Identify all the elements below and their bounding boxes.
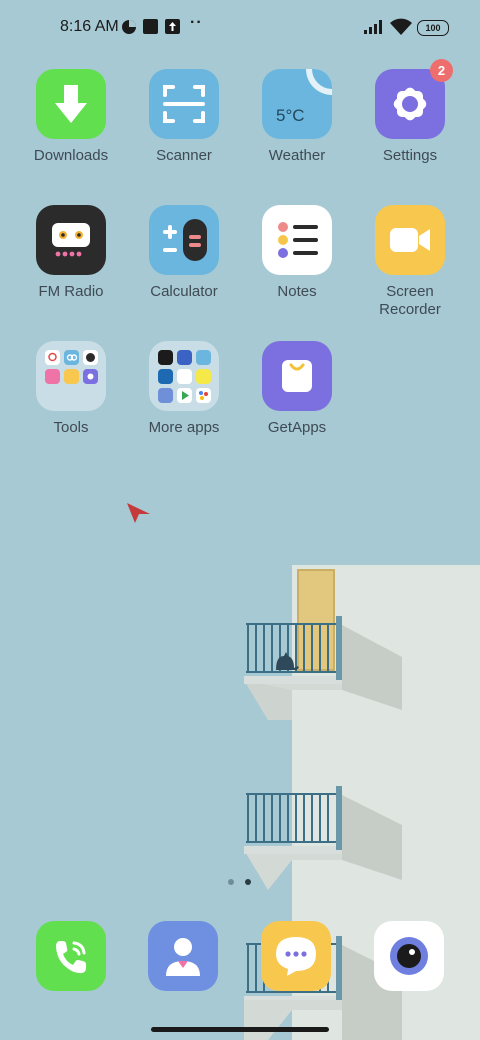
app-label: Downloads — [33, 147, 109, 164]
mini-app-icon — [83, 350, 98, 365]
folder-tools[interactable]: Tools — [15, 341, 127, 437]
app-label: Scanner — [156, 147, 212, 164]
mini-app-icon — [196, 369, 211, 384]
weather-temperature: 5°C — [276, 106, 305, 125]
mini-app-icon — [45, 369, 60, 384]
cursor-icon — [127, 503, 150, 523]
shopping-bag-icon — [262, 341, 332, 411]
download-icon — [36, 69, 106, 139]
signal-icon — [364, 20, 382, 34]
more-notifications-indicator: ·· — [190, 14, 203, 31]
mini-app-icon — [177, 369, 192, 384]
app-scanner[interactable]: Scanner — [128, 69, 240, 165]
weather-icon: 5°C — [262, 69, 332, 139]
app-label: GetApps — [267, 419, 327, 436]
app-label: Settings — [382, 147, 438, 164]
scanner-icon — [149, 69, 219, 139]
dock-contacts-icon[interactable] — [148, 921, 218, 991]
notes-icon — [262, 205, 332, 275]
app-label: Notes — [277, 283, 317, 300]
mini-app-icon — [64, 350, 79, 365]
app-label: FM Radio — [38, 283, 104, 300]
app-settings[interactable]: 2 Settings — [354, 59, 466, 165]
folder-icon — [36, 341, 106, 411]
radio-icon — [36, 205, 106, 275]
dock-camera-icon[interactable] — [374, 921, 444, 991]
app-getapps[interactable]: GetApps — [241, 341, 353, 437]
dock-phone-icon[interactable] — [36, 921, 106, 991]
home-gesture-bar[interactable] — [151, 1027, 329, 1032]
mini-app-icon — [83, 369, 98, 384]
app-label: Tools — [53, 419, 89, 436]
notification-badge: 2 — [430, 59, 453, 82]
battery-icon: 100 — [417, 20, 449, 36]
mini-app-icon — [158, 369, 173, 384]
mini-app-icon — [158, 350, 173, 365]
mini-app-icon — [177, 350, 192, 365]
page-dot — [228, 879, 234, 885]
mini-app-icon — [196, 388, 211, 403]
video-camera-icon — [375, 205, 445, 275]
app-fm-radio[interactable]: FM Radio — [15, 205, 127, 301]
app-downloads[interactable]: Downloads — [15, 69, 127, 165]
app-label: Screen Recorder — [379, 283, 441, 318]
app-calculator[interactable]: Calculator — [128, 205, 240, 301]
data-saver-icon — [122, 20, 136, 34]
calculator-icon — [149, 205, 219, 275]
upload-notification-icon — [165, 19, 180, 34]
page-indicator — [228, 879, 258, 887]
wifi-icon — [390, 18, 412, 35]
mini-app-icon — [158, 388, 173, 403]
app-screen-recorder[interactable]: Screen Recorder — [354, 205, 466, 319]
app-label: Weather — [268, 147, 326, 164]
mini-app-icon — [64, 369, 79, 384]
status-bar: 8:16 AM ·· 100 — [0, 0, 480, 56]
page-dot-active — [245, 879, 251, 885]
status-time: 8:16 AM — [60, 18, 119, 35]
app-weather[interactable]: 5°C Weather — [241, 69, 353, 165]
mini-app-icon — [45, 350, 60, 365]
app-label: More apps — [148, 419, 220, 436]
mini-app-icon — [196, 350, 211, 365]
app-label: Calculator — [150, 283, 218, 300]
mini-app-icon — [177, 388, 192, 403]
folder-icon — [149, 341, 219, 411]
folder-more-apps[interactable]: More apps — [128, 341, 240, 437]
app-notes[interactable]: Notes — [241, 205, 353, 301]
square-notification-icon — [143, 19, 158, 34]
dock-messaging-icon[interactable] — [261, 921, 331, 991]
